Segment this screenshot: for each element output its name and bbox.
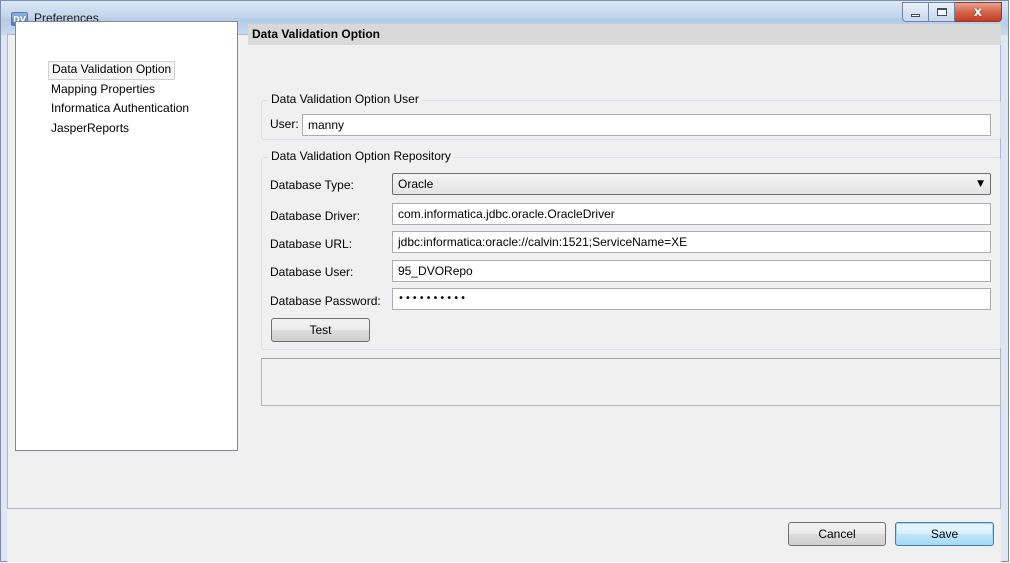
nav-item-mapping-properties[interactable]: Mapping Properties xyxy=(48,81,158,98)
save-button[interactable]: Save xyxy=(895,522,994,546)
database-driver-field[interactable]: com.informatica.jdbc.oracle.OracleDriver xyxy=(392,203,991,225)
close-button[interactable]: x xyxy=(955,2,1002,22)
cancel-button[interactable]: Cancel xyxy=(788,522,886,546)
repository-group-title: Data Validation Option Repository xyxy=(268,149,454,163)
database-type-select[interactable]: Oracle ▼ xyxy=(392,173,991,195)
database-type-value: Oracle xyxy=(398,177,434,191)
minimize-icon xyxy=(911,14,920,17)
page-title-bar: Data Validation Option xyxy=(248,24,1001,45)
database-user-field[interactable]: 95_DVORepo xyxy=(392,260,991,282)
window-controls: x xyxy=(902,2,1002,24)
nav-item-data-validation-option[interactable]: Data Validation Option xyxy=(48,61,176,80)
database-user-label: Database User: xyxy=(270,265,354,279)
user-label: User: xyxy=(270,117,299,131)
database-url-field[interactable]: jdbc:informatica:oracle://calvin:1521;Se… xyxy=(392,231,991,253)
database-driver-label: Database Driver: xyxy=(270,209,361,223)
message-area xyxy=(261,358,1001,406)
test-button[interactable]: Test xyxy=(271,318,370,342)
close-icon: x xyxy=(973,4,983,20)
database-password-label: Database Password: xyxy=(270,294,381,308)
database-password-field[interactable]: •••••••••• xyxy=(392,288,991,310)
minimize-button[interactable] xyxy=(902,2,929,22)
nav-item-jasperreports[interactable]: JasperReports xyxy=(48,120,132,137)
user-group-title: Data Validation Option User xyxy=(268,92,422,106)
nav-item-informatica-authentication[interactable]: Informatica Authentication xyxy=(48,100,192,117)
maximize-button[interactable] xyxy=(929,2,955,22)
page-title: Data Validation Option xyxy=(252,27,381,41)
user-field[interactable]: manny xyxy=(302,114,991,136)
database-url-label: Database URL: xyxy=(270,237,353,251)
dropdown-arrow-icon: ▼ xyxy=(977,179,984,189)
database-type-label: Database Type: xyxy=(270,178,354,192)
maximize-icon xyxy=(936,8,947,16)
